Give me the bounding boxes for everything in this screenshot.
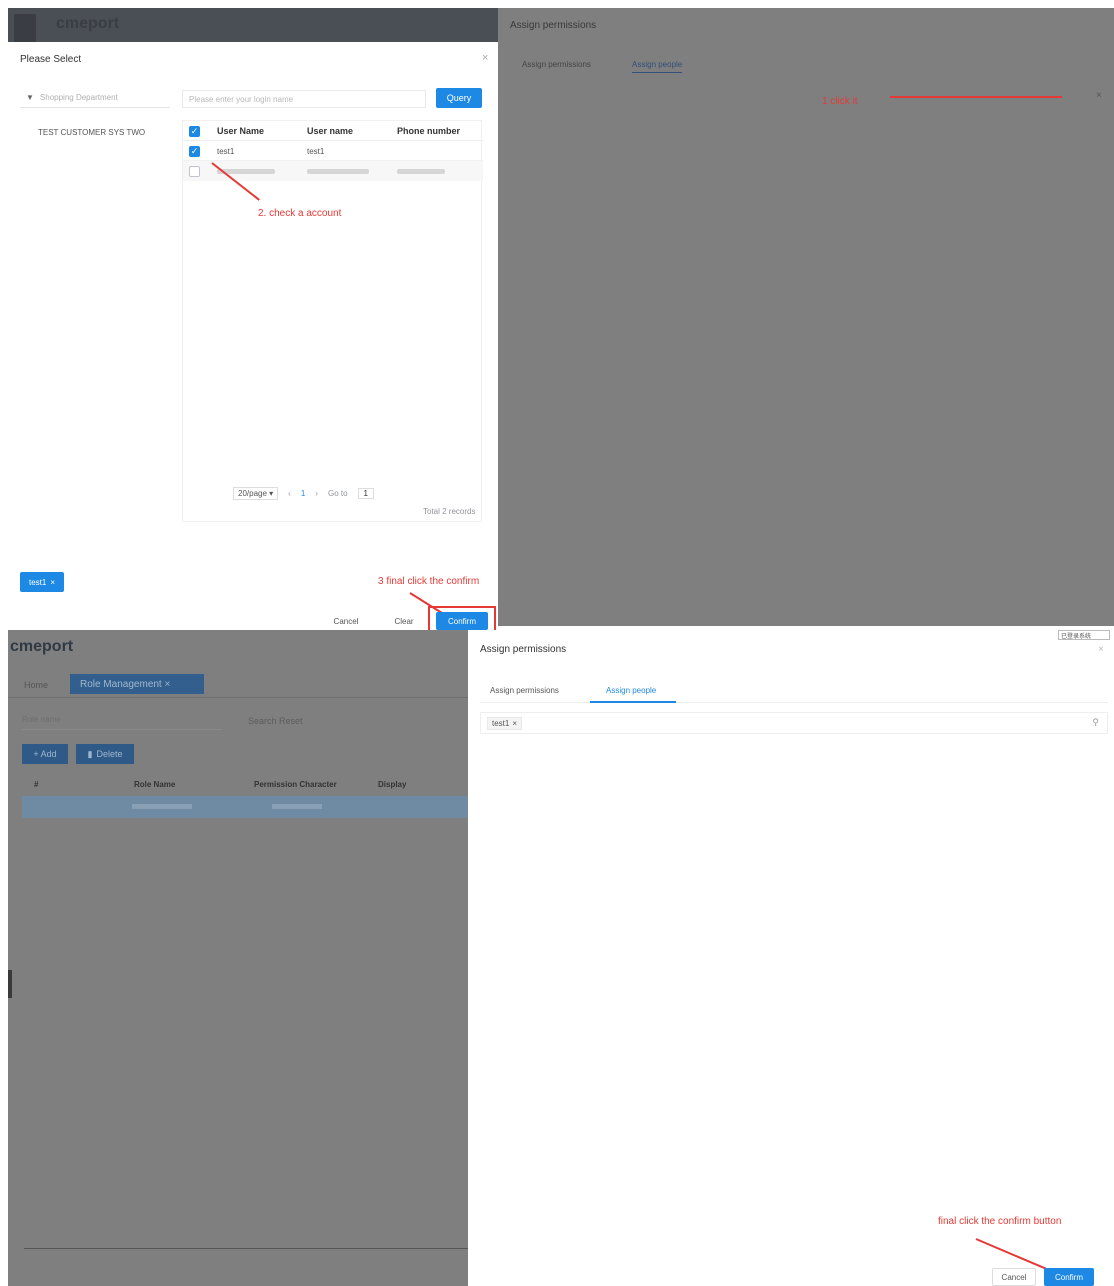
people-select[interactable]: test1 × ⚲ bbox=[480, 712, 1108, 734]
delete-label: Delete bbox=[96, 749, 123, 759]
annotation-step1: 1 click it bbox=[822, 96, 858, 107]
select-dialog: Please Select × ▼ Shopping Department Pl… bbox=[8, 42, 498, 632]
login-search-placeholder: Please enter your login name bbox=[189, 94, 294, 104]
goto-label: Go to bbox=[327, 488, 348, 498]
annotation-step2: 2. check a account bbox=[258, 208, 342, 219]
row-checkbox[interactable] bbox=[189, 166, 200, 177]
breadcrumb-active-tab[interactable]: Role Management × bbox=[70, 674, 204, 694]
side-panel-title: Assign permissions bbox=[510, 20, 597, 31]
annotation-arrow-1 bbox=[890, 96, 1062, 98]
role-table-header: # Role Name Permission Character Display bbox=[22, 774, 468, 796]
side-panel-close-icon[interactable]: × bbox=[1096, 90, 1102, 101]
role-name-placeholder: Role name bbox=[22, 715, 61, 724]
footer-divider bbox=[24, 1248, 468, 1249]
tab-assign-permissions[interactable]: Assign permissions bbox=[490, 686, 559, 695]
bottom-screenshot: cmeport Home Role Management × Role name… bbox=[0, 630, 1114, 1286]
blurred-cell bbox=[307, 169, 369, 174]
page-current[interactable]: 1 bbox=[301, 489, 305, 498]
breadcrumb-active-label: Role Management × bbox=[80, 678, 171, 690]
tabs-divider bbox=[480, 702, 1108, 703]
side-panel: Assign permissions Assign permissions As… bbox=[498, 8, 1114, 626]
delete-icon: ▮ bbox=[87, 748, 93, 759]
assign-panel-close-icon[interactable]: × bbox=[1098, 644, 1104, 655]
dept-filter-placeholder: Shopping Department bbox=[39, 93, 118, 102]
app-title: cmeport bbox=[56, 15, 120, 32]
row-login-name: test1 bbox=[307, 147, 325, 156]
page-size-select[interactable]: 20/page ▾ bbox=[233, 486, 279, 500]
delete-button[interactable]: ▮ Delete bbox=[76, 744, 134, 764]
blurred-cell bbox=[272, 804, 322, 809]
app-title: cmeport bbox=[10, 638, 74, 655]
people-tag[interactable]: test1 × bbox=[487, 716, 523, 730]
select-all-checkbox[interactable]: ✓ bbox=[189, 126, 200, 137]
people-tag-label: test1 bbox=[492, 718, 510, 728]
table-header: ✓ User Name User name Phone number bbox=[183, 121, 483, 141]
goto-input[interactable]: 1 bbox=[357, 487, 374, 499]
query-button[interactable]: Query bbox=[436, 88, 482, 108]
annotation-final: final click the confirm button bbox=[938, 1216, 1062, 1227]
col-login-name: User name bbox=[307, 126, 354, 136]
search-reset[interactable]: Search Reset bbox=[248, 716, 303, 726]
blurred-cell bbox=[397, 169, 445, 174]
search-icon[interactable]: ⚲ bbox=[1092, 717, 1099, 728]
breadcrumb-home[interactable]: Home bbox=[24, 680, 48, 690]
dialog-title: Please Select bbox=[20, 54, 82, 65]
col-display: Display bbox=[378, 780, 407, 789]
cancel-button[interactable]: Cancel bbox=[326, 612, 366, 630]
blurred-cell bbox=[132, 804, 192, 809]
table-row[interactable] bbox=[183, 161, 483, 181]
table-row[interactable]: ✓ test1 test1 bbox=[183, 141, 483, 161]
corner-badge: 已登录系统 bbox=[1058, 630, 1110, 640]
table-row[interactable] bbox=[22, 796, 468, 818]
col-user-name: User Name bbox=[217, 126, 265, 136]
user-table: ✓ User Name User name Phone number ✓ tes… bbox=[182, 120, 483, 522]
dialog-close-icon[interactable]: × bbox=[482, 52, 488, 64]
tag-close-icon[interactable]: × bbox=[512, 719, 517, 728]
col-phone: Phone number bbox=[397, 126, 461, 136]
tree-node-customer[interactable]: TEST CUSTOMER SYS TWO bbox=[38, 128, 145, 137]
tab-assign-people[interactable]: Assign people bbox=[606, 686, 656, 695]
sidebar-handle[interactable] bbox=[8, 970, 12, 998]
add-button[interactable]: + Add bbox=[22, 744, 68, 764]
side-tab-permissions[interactable]: Assign permissions bbox=[522, 60, 591, 69]
role-name-input[interactable]: Role name bbox=[22, 714, 222, 730]
col-permission-character: Permission Character bbox=[254, 780, 337, 789]
dept-filter[interactable]: ▼ Shopping Department bbox=[20, 88, 170, 108]
prev-page-icon[interactable]: ‹ bbox=[288, 489, 291, 498]
tab-active-indicator bbox=[590, 701, 676, 703]
next-page-icon[interactable]: › bbox=[315, 489, 318, 498]
annotation-step3: 3 final click the confirm bbox=[378, 576, 480, 587]
row-user-name: test1 bbox=[217, 147, 235, 156]
col-role-name: Role Name bbox=[134, 780, 176, 789]
clear-button[interactable]: Clear bbox=[386, 612, 422, 630]
assign-panel-title: Assign permissions bbox=[480, 644, 567, 655]
selected-tag-label: test1 bbox=[28, 577, 47, 587]
confirm-button[interactable]: Confirm bbox=[1044, 1268, 1094, 1286]
app-header: cmeport bbox=[8, 8, 498, 42]
row-checkbox[interactable]: ✓ bbox=[189, 146, 200, 157]
side-tab-people[interactable]: Assign people bbox=[632, 60, 683, 73]
top-screenshot: cmeport Assign permissions Assign permis… bbox=[8, 8, 1114, 632]
login-search-input[interactable]: Please enter your login name bbox=[182, 90, 426, 108]
page-size-value: 20/page bbox=[238, 488, 267, 498]
total-records: Total 2 records bbox=[423, 507, 476, 516]
pagination: 20/page ▾ ‹ 1 › Go to 1 bbox=[233, 485, 479, 501]
selected-tag[interactable]: test1 × bbox=[20, 572, 64, 592]
tag-close-icon[interactable]: × bbox=[50, 578, 55, 587]
corner-badge-label: 已登录系统 bbox=[1061, 634, 1092, 640]
confirm-button[interactable]: Confirm bbox=[436, 612, 488, 630]
assign-panel: Assign permissions 已登录系统 × Assign permis… bbox=[468, 630, 1114, 1286]
col-index: # bbox=[34, 780, 39, 789]
filter-icon: ▼ bbox=[26, 93, 34, 102]
app-logo bbox=[14, 14, 36, 42]
cancel-button[interactable]: Cancel bbox=[992, 1268, 1036, 1286]
